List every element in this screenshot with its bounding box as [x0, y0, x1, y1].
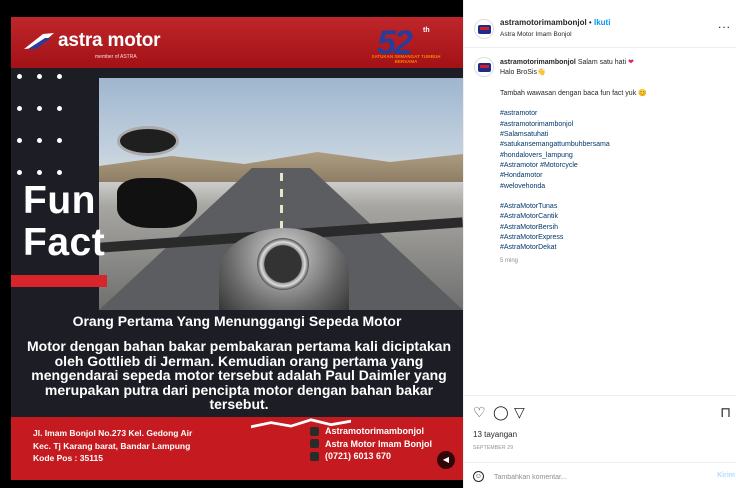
dealer-address: Jl. Imam Bonjol No.273 Kel. Gedong Air K… [33, 427, 192, 465]
fun-fact-line2: Fact [23, 221, 106, 264]
instagram-post-viewer: astra motor member of ASTRA 52 th SATUKA… [0, 0, 736, 488]
follow-button[interactable]: Ikuti [594, 18, 610, 27]
avatar[interactable] [474, 19, 494, 39]
contact-row: (0721) 6013 670 [310, 450, 432, 463]
comment-input[interactable] [494, 471, 694, 483]
facebook-icon [310, 439, 319, 449]
dealer-contacts: Astramotorimambonjol Astra Motor Imam Bo… [310, 425, 432, 463]
hashtag-link[interactable]: #AstraMotorExpress [500, 233, 725, 243]
post-media[interactable]: astra motor member of ASTRA 52 th SATUKA… [0, 0, 463, 488]
location-link[interactable]: Astra Motor Imam Bonjol [500, 31, 572, 38]
contact-row: Astramotorimambonjol [310, 425, 432, 438]
accent-stripe [11, 275, 107, 287]
hashtag-link[interactable]: #astramotorimambonjol [500, 120, 725, 130]
instagram-icon [310, 426, 319, 436]
speaker-muted-icon[interactable]: ◀ [437, 451, 455, 469]
post-side-panel: astramotorimambonjol • Ikuti Astra Motor… [463, 0, 736, 488]
more-options-button[interactable]: ... [718, 17, 731, 31]
hashtag-link[interactable]: #hondalovers_lampung [500, 151, 725, 161]
caption-time-ago: 5 ming [500, 257, 519, 264]
astra-motor-logo: astra motor [23, 30, 161, 52]
speedometer-shape [257, 238, 309, 290]
astra-wing-icon [23, 31, 55, 51]
anniversary-tagline: SATUKAN SEMANGAT TUMBUH BERSAMA [371, 54, 441, 64]
contact-instagram: Astramotorimambonjol [325, 426, 425, 436]
hashtag-link[interactable]: #AstraMotorDekat [500, 243, 725, 253]
action-bar: ♡ ◯ ▽ ⊓ [464, 395, 736, 425]
comment-bar: ☺ Kirim [464, 462, 736, 488]
caption-username[interactable]: astramotorimambonjol [500, 59, 576, 66]
post-date[interactable]: SEPTEMBER 29 [473, 445, 513, 451]
contact-facebook: Astra Motor Imam Bonjol [325, 438, 433, 449]
fun-fact-title: Fun Fact [23, 180, 105, 264]
post-comment-button[interactable]: Kirim [717, 472, 735, 479]
hashtag-link[interactable]: #AstraMotorTunas [500, 202, 725, 212]
comment-icon[interactable]: ◯ [493, 404, 509, 421]
mirror-shape [117, 126, 179, 156]
send-icon[interactable]: ▽ [514, 404, 525, 421]
hand-shape [117, 178, 197, 228]
contact-phone: (0721) 6013 670 [325, 451, 392, 461]
hashtag-link[interactable]: #AstraMotorBersih [500, 223, 725, 233]
hashtag-link[interactable]: #satukansemangattumbuhbersama [500, 140, 725, 150]
bookmark-icon[interactable]: ⊓ [720, 404, 731, 421]
emoji-icon[interactable]: ☺ [473, 471, 484, 482]
header-username-row: astramotorimambonjol • Ikuti [500, 18, 610, 27]
brand-name: astra motor [58, 30, 161, 51]
caption-text: astramotorimambonjol Salam satu hati ❤ H… [500, 58, 725, 266]
brand-subtitle: member of ASTRA [95, 54, 137, 60]
view-count[interactable]: 13 tayangan [473, 430, 517, 439]
motorcycle-road-photo [99, 78, 463, 310]
fact-headline: Orang Pertama Yang Menunggangi Sepeda Mo… [72, 313, 402, 329]
address-line: Jl. Imam Bonjol No.273 Kel. Gedong Air [33, 428, 193, 438]
phone-icon [310, 451, 319, 461]
heart-emoji-icon: ❤ [628, 59, 634, 66]
username-link[interactable]: astramotorimambonjol [500, 18, 587, 27]
separator: • [588, 18, 592, 27]
caption-line1: Salam satu hati [577, 59, 627, 66]
hashtag-link[interactable]: #Astramotor #Motorcycle [500, 161, 725, 171]
post-image: astra motor member of ASTRA 52 th SATUKA… [11, 17, 463, 480]
address-line: Kec. Tj Karang barat, Bandar Lampung [33, 440, 191, 451]
hashtag-link[interactable]: #AstraMotorCantik [500, 212, 725, 222]
fun-fact-line1: Fun [23, 179, 96, 222]
hashtag-link[interactable]: #Salamsatuhati [500, 130, 725, 140]
hashtag-link[interactable]: #Hondamotor [500, 171, 725, 181]
fact-body: Motor dengan bahan bakar pembakaran pert… [26, 338, 451, 412]
avatar[interactable] [474, 57, 494, 77]
anniversary-badge: 52 th SATUKAN SEMANGAT TUMBUH BERSAMA [371, 24, 441, 65]
decorative-dots [11, 72, 101, 192]
heart-icon[interactable]: ♡ [473, 404, 486, 421]
caption-line3: Tambah wawasan dengan baca fun fact yuk … [500, 89, 647, 97]
contact-row: Astra Motor Imam Bonjol [310, 438, 432, 451]
address-line: Kode Pos : 35115 [33, 453, 103, 463]
caption-line2: Halo BroSis👋 [500, 69, 546, 77]
post-header: astramotorimambonjol • Ikuti Astra Motor… [464, 0, 736, 48]
hashtag-link[interactable]: #welovehonda [500, 182, 725, 192]
hashtag-link[interactable]: #astramotor [500, 109, 725, 119]
anniversary-suffix: th [423, 27, 430, 34]
